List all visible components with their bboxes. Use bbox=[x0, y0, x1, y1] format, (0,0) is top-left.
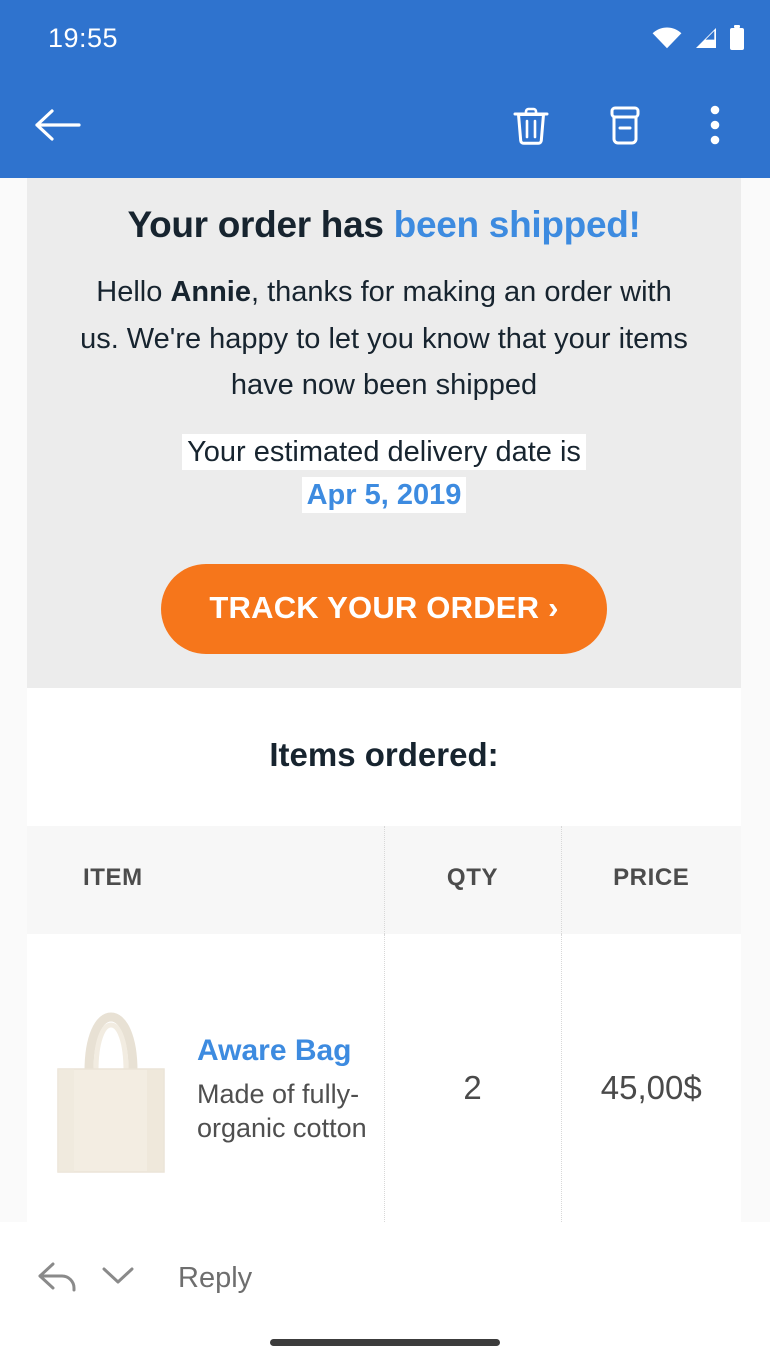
chevron-down-icon bbox=[101, 1265, 135, 1292]
archive-icon bbox=[605, 103, 645, 152]
reply-bar: Reply bbox=[0, 1222, 770, 1334]
trash-icon bbox=[511, 103, 551, 152]
order-items-table: ITEM QTY PRICE Aware Bag Made of fully-o… bbox=[27, 825, 741, 1243]
status-bar-icons bbox=[652, 25, 746, 51]
track-order-button[interactable]: TRACK YOUR ORDER › bbox=[161, 563, 607, 654]
table-row: Aware Bag Made of fully-organic cotton 2… bbox=[27, 933, 741, 1243]
items-ordered-heading: Items ordered: bbox=[27, 687, 741, 826]
hero-headline: Your order has been shipped! bbox=[45, 204, 723, 247]
column-header-price: PRICE bbox=[560, 825, 741, 934]
order-items-table-head: ITEM QTY PRICE bbox=[27, 825, 741, 934]
product-name-link[interactable]: Aware Bag bbox=[197, 1034, 372, 1067]
price-value: 45,00$ bbox=[600, 1068, 702, 1106]
reply-arrow-icon bbox=[36, 1256, 84, 1301]
email-html-card: Your order has been shipped! Hello Annie… bbox=[27, 178, 741, 1243]
reply-button[interactable] bbox=[34, 1256, 86, 1300]
reply-label[interactable]: Reply bbox=[178, 1262, 252, 1295]
battery-icon bbox=[728, 25, 746, 51]
quantity-value: 2 bbox=[463, 1068, 482, 1106]
quantity-cell: 2 bbox=[383, 933, 561, 1243]
cta-container: TRACK YOUR ORDER › bbox=[45, 563, 723, 654]
overflow-menu-button[interactable] bbox=[684, 96, 746, 158]
product-cell: Aware Bag Made of fully-organic cotton bbox=[27, 934, 384, 1243]
order-hero-section: Your order has been shipped! Hello Annie… bbox=[27, 178, 741, 688]
headline-plain: Your order has bbox=[127, 204, 394, 245]
hero-greeting-text: Hello Annie, thanks for making an order … bbox=[45, 269, 723, 410]
greeting-prefix: Hello bbox=[96, 275, 171, 308]
column-header-item: ITEM bbox=[83, 863, 143, 891]
order-items-table-body: Aware Bag Made of fully-organic cotton 2… bbox=[27, 933, 741, 1243]
product-cell-inner: Aware Bag Made of fully-organic cotton bbox=[27, 948, 384, 1228]
estimated-delivery: Your estimated delivery date is Apr 5, 2… bbox=[45, 431, 723, 515]
headline-accent: been shipped! bbox=[393, 204, 641, 245]
product-info: Aware Bag Made of fully-organic cotton bbox=[197, 1030, 372, 1146]
back-button[interactable] bbox=[30, 99, 86, 155]
price-cell: 45,00$ bbox=[560, 933, 741, 1243]
app-toolbar bbox=[0, 76, 770, 178]
reply-options-button[interactable] bbox=[96, 1256, 140, 1300]
delivery-label: Your estimated delivery date is bbox=[182, 434, 586, 471]
table-header-row: ITEM QTY PRICE bbox=[27, 825, 741, 934]
status-bar-clock: 19:55 bbox=[48, 22, 119, 53]
delivery-date: Apr 5, 2019 bbox=[301, 476, 467, 513]
column-header-qty: QTY bbox=[383, 825, 561, 934]
home-indicator[interactable] bbox=[270, 1339, 500, 1346]
tote-bag-image bbox=[51, 993, 171, 1183]
back-arrow-icon bbox=[35, 108, 81, 147]
wifi-icon bbox=[652, 27, 682, 49]
email-body-scroll[interactable]: Your order has been shipped! Hello Annie… bbox=[0, 178, 770, 1243]
status-bar: 19:55 bbox=[0, 0, 770, 76]
delete-button[interactable] bbox=[500, 96, 562, 158]
email-detail-screen: 19:55 Your order has been shipped! Hello… bbox=[0, 0, 770, 1364]
product-description: Made of fully-organic cotton bbox=[197, 1078, 367, 1144]
customer-name: Annie bbox=[170, 275, 251, 308]
more-vertical-icon bbox=[709, 103, 721, 152]
archive-button[interactable] bbox=[594, 96, 656, 158]
cell-signal-icon bbox=[692, 27, 718, 49]
